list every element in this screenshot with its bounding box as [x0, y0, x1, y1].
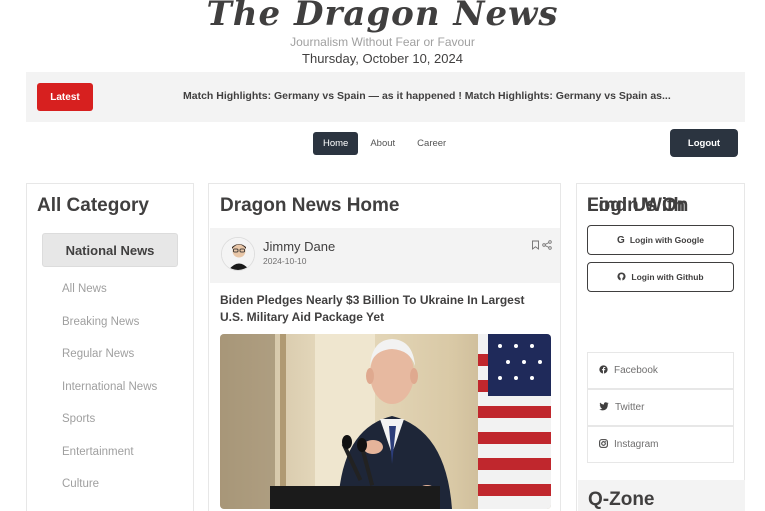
- login-github-label: Login with Github: [631, 272, 704, 282]
- nav-about-link[interactable]: About: [360, 132, 405, 155]
- instagram-icon: [599, 438, 608, 451]
- post-title[interactable]: Biden Pledges Nearly $3 Billion To Ukrai…: [220, 292, 550, 326]
- qzone-heading: Q-Zone: [588, 489, 655, 510]
- sidebar-right: Login With G Login with Google Login wit…: [576, 183, 745, 511]
- bookmark-icon[interactable]: [531, 237, 540, 255]
- current-date: Thursday, October 10, 2024: [302, 51, 463, 66]
- twitter-icon: [599, 401, 609, 414]
- find-us-heading: Find Us On: [587, 195, 689, 216]
- site-tagline: Journalism Without Fear or Favour: [290, 35, 475, 49]
- category-heading: All Category: [37, 195, 149, 216]
- instagram-label: Instagram: [614, 439, 659, 450]
- post-actions: [531, 237, 552, 255]
- facebook-label: Facebook: [614, 365, 658, 376]
- share-icon[interactable]: [542, 237, 552, 255]
- nav-career-link[interactable]: Career: [407, 132, 456, 155]
- main-nav: Home About Career: [313, 132, 458, 155]
- post-image[interactable]: [220, 334, 551, 509]
- category-item-breaking-news[interactable]: Breaking News: [62, 316, 139, 328]
- category-panel: All Category National News All News Brea…: [26, 183, 194, 511]
- category-item-regular-news[interactable]: Regular News: [62, 348, 134, 360]
- google-icon: G: [617, 234, 625, 246]
- author-avatar: [221, 237, 255, 271]
- site-logo[interactable]: The Dragon News: [0, 0, 765, 32]
- category-item-sports[interactable]: Sports: [62, 413, 95, 425]
- author-name: Jimmy Dane: [263, 239, 336, 254]
- author-bar: Jimmy Dane 2024-10-10: [210, 228, 560, 283]
- login-github-button[interactable]: Login with Github: [587, 262, 734, 292]
- qzone-section: Q-Zone: [578, 480, 745, 511]
- feed-heading: Dragon News Home: [220, 195, 400, 216]
- category-item-national-news[interactable]: National News: [42, 233, 178, 267]
- twitter-link[interactable]: Twitter: [587, 389, 734, 426]
- latest-button[interactable]: Latest: [37, 83, 93, 111]
- news-feed-panel: Dragon News Home Jimmy Dane 2024-10-10 B…: [208, 183, 561, 511]
- login-google-label: Login with Google: [629, 235, 704, 245]
- ticker-marquee-text[interactable]: Match Highlights: Germany vs Spain — as …: [183, 90, 671, 102]
- category-item-all-news[interactable]: All News: [62, 283, 107, 295]
- github-icon: [617, 271, 626, 283]
- masthead: The Dragon News Journalism Without Fear …: [0, 0, 765, 66]
- instagram-link[interactable]: Instagram: [587, 426, 734, 463]
- facebook-icon: [599, 364, 608, 377]
- author-date: 2024-10-10: [263, 256, 307, 266]
- category-item-entertainment[interactable]: Entertainment: [62, 446, 134, 458]
- login-google-button[interactable]: G Login with Google: [587, 225, 734, 255]
- category-item-international-news[interactable]: International News: [62, 381, 157, 393]
- facebook-link[interactable]: Facebook: [587, 352, 734, 389]
- nav-home-link[interactable]: Home: [313, 132, 359, 155]
- news-ticker: Latest Match Highlights: Germany vs Spai…: [26, 72, 745, 122]
- logout-button[interactable]: Logout: [670, 129, 738, 157]
- twitter-label: Twitter: [615, 402, 645, 413]
- category-item-culture[interactable]: Culture: [62, 478, 99, 490]
